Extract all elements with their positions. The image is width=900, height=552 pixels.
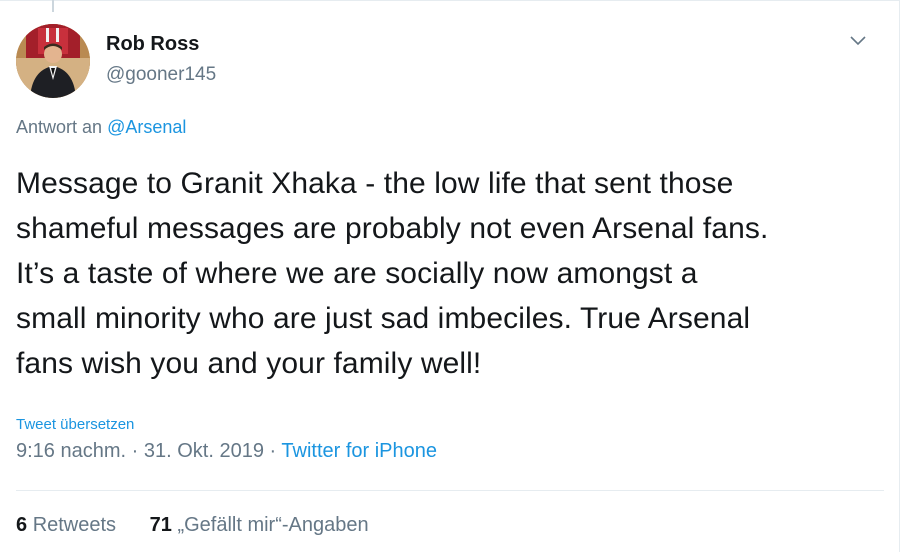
likes-label: „Gefällt mir“-Angaben: [177, 514, 369, 536]
tweet-text-line: Message to Granit Xhaka - the low life t…: [16, 167, 734, 200]
meta-separator: ·: [131, 440, 139, 462]
reply-context: Antwort an @Arsenal: [16, 117, 186, 138]
avatar[interactable]: [16, 24, 90, 98]
retweets-stat[interactable]: 6 Retweets: [16, 514, 116, 537]
tweet-source-link[interactable]: Twitter for iPhone: [281, 440, 437, 462]
meta-separator: ·: [269, 440, 277, 462]
tweet-date[interactable]: 31. Okt. 2019: [144, 440, 264, 462]
tweet-text-line: shameful messages are probably not even …: [16, 212, 769, 245]
chevron-down-icon[interactable]: [847, 33, 869, 49]
translate-tweet-link[interactable]: Tweet übersetzen: [16, 416, 134, 433]
author-name[interactable]: Rob Ross: [106, 33, 199, 56]
likes-count: 71: [149, 514, 172, 536]
tweet-metadata: 9:16 nachm. · 31. Okt. 2019 · Twitter fo…: [16, 440, 437, 463]
retweets-label: Retweets: [32, 514, 117, 536]
tweet-text-line: It’s a taste of where we are socially no…: [16, 257, 698, 290]
divider: [16, 490, 884, 491]
author-handle[interactable]: @gooner145: [106, 64, 216, 86]
likes-stat[interactable]: 71 „Gefällt mir“-Angaben: [150, 514, 369, 537]
tweet-time[interactable]: 9:16 nachm.: [16, 440, 126, 462]
thread-connector: [52, 0, 54, 12]
top-border: [0, 0, 900, 1]
tweet-stats: 6 Retweets 71 „Gefällt mir“-Angaben: [16, 514, 369, 537]
tweet-text-line: small minority who are just sad imbecile…: [16, 302, 751, 335]
tweet-text: Message to Granit Xhaka - the low life t…: [16, 161, 876, 386]
tweet-text-line: fans wish you and your family well!: [16, 347, 482, 380]
retweets-count: 6: [16, 514, 28, 536]
reply-to-link[interactable]: @Arsenal: [107, 117, 186, 137]
reply-prefix: Antwort an: [16, 117, 103, 137]
